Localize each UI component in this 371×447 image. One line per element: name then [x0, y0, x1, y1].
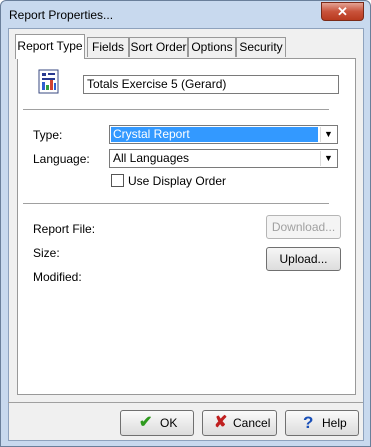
- tab-security[interactable]: Security: [236, 37, 286, 57]
- chevron-down-icon[interactable]: ▼: [320, 127, 336, 142]
- title-bar[interactable]: Report Properties... ✕: [1, 1, 370, 28]
- cancel-button[interactable]: ✘ Cancel: [202, 410, 277, 436]
- window-title: Report Properties...: [9, 8, 114, 22]
- cancel-label: Cancel: [233, 416, 271, 430]
- close-icon: ✕: [337, 4, 348, 19]
- chevron-down-icon[interactable]: ▼: [320, 151, 336, 166]
- divider: [23, 109, 329, 111]
- modified-label: Modified:: [33, 270, 82, 284]
- size-label: Size:: [33, 246, 60, 260]
- language-label: Language:: [33, 152, 90, 166]
- type-selected-value: Crystal Report: [111, 127, 318, 142]
- type-label: Type:: [33, 128, 63, 142]
- footer-divider: [8, 402, 363, 403]
- ok-label: OK: [160, 416, 178, 430]
- use-display-order-label[interactable]: Use Display Order: [128, 174, 226, 188]
- report-name-input[interactable]: Totals Exercise 5 (Gerard): [83, 75, 339, 94]
- close-button[interactable]: ✕: [321, 2, 364, 21]
- cancel-x-icon: ✘: [214, 414, 228, 431]
- upload-button[interactable]: Upload...: [266, 247, 341, 271]
- report-document-icon: [38, 69, 59, 94]
- help-label: Help: [322, 416, 347, 430]
- tab-fields[interactable]: Fields: [87, 37, 129, 57]
- divider: [23, 203, 329, 205]
- help-button[interactable]: ? Help: [285, 410, 359, 436]
- download-button[interactable]: Download...: [266, 215, 341, 239]
- ok-button[interactable]: ✔ OK: [120, 410, 194, 436]
- use-display-order-checkbox[interactable]: [111, 174, 124, 187]
- type-select[interactable]: Crystal Report ▼: [109, 125, 338, 144]
- tab-sort-order[interactable]: Sort Order: [129, 37, 188, 57]
- report-file-label: Report File:: [33, 222, 96, 236]
- tab-options[interactable]: Options: [188, 37, 236, 57]
- checkmark-icon: ✔: [139, 414, 153, 431]
- report-properties-dialog: Report Properties... ✕ Report Type Field…: [0, 0, 371, 447]
- language-selected-value: All Languages: [113, 151, 190, 165]
- language-select[interactable]: All Languages ▼: [109, 149, 338, 168]
- help-icon: ?: [303, 413, 314, 432]
- tab-report-type[interactable]: Report Type: [15, 34, 85, 59]
